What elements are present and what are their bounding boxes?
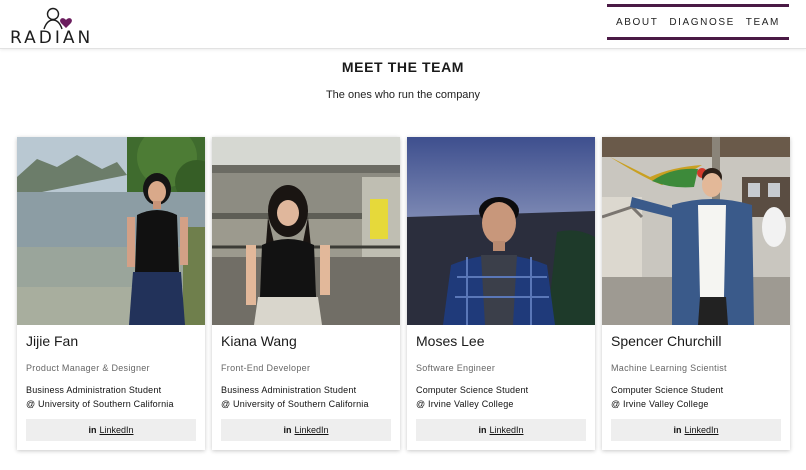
radian-logo[interactable]: RADIAN: [10, 6, 102, 48]
member-role: Product Manager & Designer: [26, 363, 150, 373]
team-card-jijie-fan: Jijie Fan Product Manager & Designer Bus…: [17, 137, 205, 450]
linkedin-link[interactable]: LinkedIn: [489, 425, 523, 435]
linkedin-button[interactable]: in LinkedIn: [26, 419, 196, 441]
linkedin-icon: in: [88, 425, 97, 435]
team-card-kiana-wang: Kiana Wang Front-End Developer Business …: [212, 137, 400, 450]
member-name: Jijie Fan: [26, 333, 79, 349]
page-title: MEET THE TEAM: [341, 59, 465, 75]
member-education: Computer Science Student: [611, 385, 724, 395]
top-navbar: RADIAN ABOUT DIAGNOSE TEAM: [0, 0, 806, 49]
linkedin-icon: in: [478, 425, 487, 435]
main-nav: ABOUT DIAGNOSE TEAM: [607, 4, 789, 40]
linkedin-icon: in: [673, 425, 682, 435]
linkedin-link[interactable]: LinkedIn: [99, 425, 133, 435]
linkedin-link[interactable]: LinkedIn: [294, 425, 328, 435]
team-photo: [212, 137, 400, 325]
linkedin-icon: in: [283, 425, 292, 435]
member-name: Kiana Wang: [221, 333, 297, 349]
member-school: @ University of Southern California: [221, 399, 369, 409]
member-role: Software Engineer: [416, 363, 496, 373]
portrait-photo-parrots: [602, 137, 790, 325]
team-photo: [407, 137, 595, 325]
member-role: Front-End Developer: [221, 363, 311, 373]
member-name: Moses Lee: [416, 333, 485, 349]
member-role: Machine Learning Scientist: [611, 363, 727, 373]
member-school: @ Irvine Valley College: [611, 399, 709, 409]
portrait-photo-mall: [212, 137, 400, 325]
team-card-spencer-churchill: Spencer Churchill Machine Learning Scien…: [602, 137, 790, 450]
member-school: @ University of Southern California: [26, 399, 174, 409]
linkedin-button[interactable]: in LinkedIn: [221, 419, 391, 441]
nav-team[interactable]: TEAM: [746, 17, 780, 28]
linkedin-button[interactable]: in LinkedIn: [416, 419, 586, 441]
linkedin-link[interactable]: LinkedIn: [684, 425, 718, 435]
member-education: Computer Science Student: [416, 385, 529, 395]
team-photo: [17, 137, 205, 325]
nav-about[interactable]: ABOUT: [616, 17, 658, 28]
team-photo: [602, 137, 790, 325]
portrait-photo-lake: [17, 137, 205, 325]
member-school: @ Irvine Valley College: [416, 399, 514, 409]
logo-wordmark: RADIAN: [10, 28, 94, 48]
member-education: Business Administration Student: [221, 385, 357, 395]
member-name: Spencer Churchill: [611, 333, 722, 349]
nav-diagnose[interactable]: DIAGNOSE: [669, 17, 735, 28]
team-card-moses-lee: Moses Lee Software Engineer Computer Sci…: [407, 137, 595, 450]
page-subtitle: The ones who run the company: [325, 89, 481, 101]
linkedin-button[interactable]: in LinkedIn: [611, 419, 781, 441]
logo-mark-icon: [43, 7, 72, 30]
portrait-photo-sunset: [407, 137, 595, 325]
member-education: Business Administration Student: [26, 385, 162, 395]
